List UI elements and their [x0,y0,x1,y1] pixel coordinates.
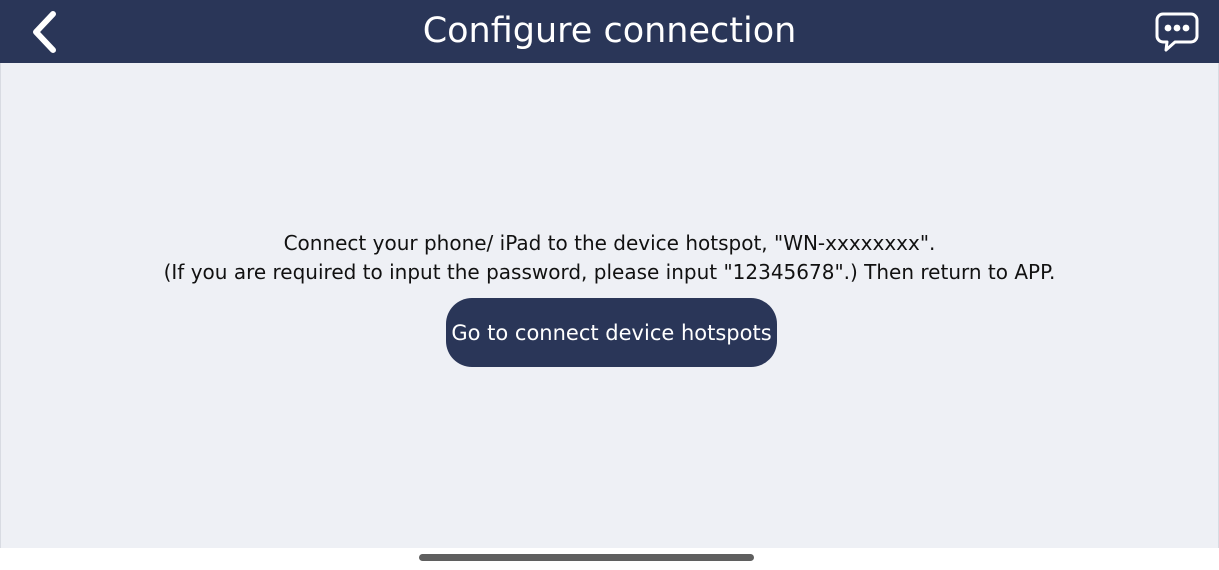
configure-connection-screen: Configure connection Connect your phone/… [0,0,1219,570]
navigation-bar: Configure connection [0,0,1219,63]
chevron-left-icon [33,11,56,53]
content-area: Connect your phone/ iPad to the device h… [0,63,1219,548]
page-title: Configure connection [422,11,797,51]
back-button[interactable] [22,6,66,58]
bottom-safe-area [0,548,1219,570]
chat-button[interactable] [1152,8,1202,56]
home-indicator[interactable] [419,554,754,561]
instructions-text: Connect your phone/ iPad to the device h… [1,229,1218,287]
chat-bubble-icon [1155,12,1199,52]
connect-hotspot-button[interactable]: Go to connect device hotspots [446,298,777,367]
instruction-line-hotspot: Connect your phone/ iPad to the device h… [283,231,936,255]
instruction-line-password: (If you are required to input the passwo… [163,260,1056,284]
